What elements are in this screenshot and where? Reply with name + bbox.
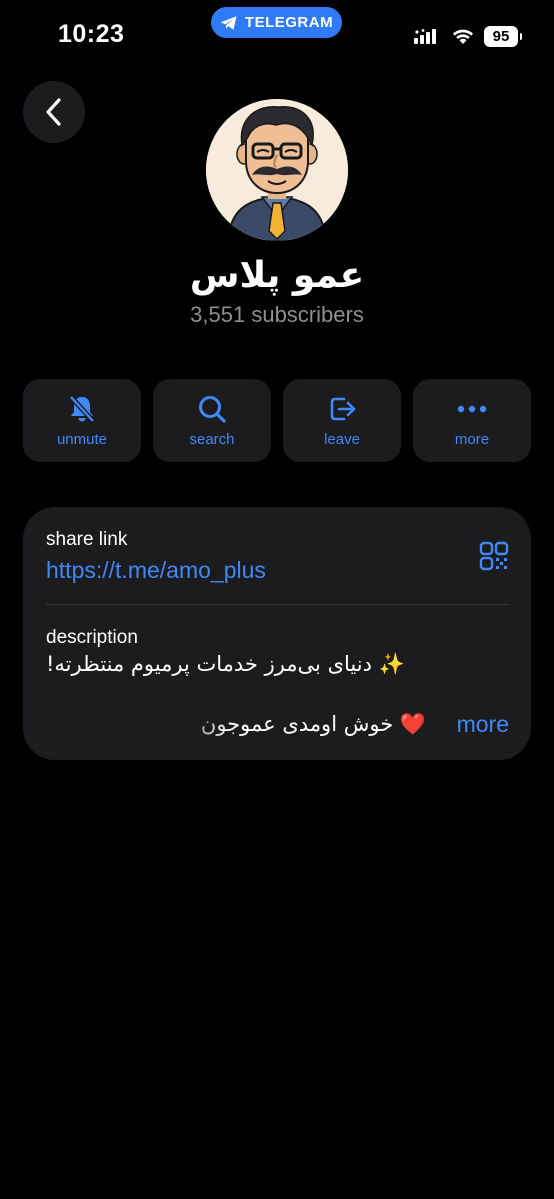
- share-link-url[interactable]: https://t.me/amo_plus: [46, 557, 266, 584]
- leave-icon: [330, 397, 356, 420]
- info-card: share link https://t.me/amo_plus descrip…: [23, 507, 531, 760]
- chevron-left-icon: [46, 98, 61, 126]
- qr-code-button[interactable]: [479, 541, 509, 576]
- status-bar: 10:23 TELEGRAM 95: [0, 0, 554, 70]
- ellipsis-icon: [457, 405, 487, 412]
- more-button[interactable]: more: [413, 379, 531, 462]
- search-label: search: [189, 430, 235, 448]
- leave-label: leave: [324, 430, 360, 448]
- channel-name: عمو پلاس: [189, 255, 365, 296]
- unmute-button[interactable]: unmute: [23, 379, 141, 462]
- telegram-plane-icon: [220, 15, 237, 30]
- description-more-link[interactable]: more: [457, 711, 509, 738]
- battery-indicator: 95: [484, 26, 522, 47]
- wifi-icon: [453, 29, 473, 44]
- bell-slash-icon: [69, 394, 95, 423]
- unmute-label: unmute: [56, 430, 108, 448]
- clock: 10:23: [58, 20, 125, 48]
- back-button[interactable]: [23, 81, 85, 143]
- uncle-cartoon-avatar-icon: [206, 99, 348, 241]
- description-line-2: ❤️ خوش اومدی عموجون: [200, 712, 426, 736]
- description-label: description: [46, 627, 138, 648]
- qr-code-icon: [479, 541, 509, 571]
- more-label: more: [454, 430, 490, 448]
- channel-avatar[interactable]: [206, 99, 348, 241]
- system-icons: 95: [414, 26, 522, 47]
- cellular-signal-icon: [414, 28, 436, 44]
- action-bar: unmute search leave more: [23, 379, 531, 462]
- subscriber-count: 3,551 subscribers: [190, 302, 364, 327]
- description-line-1: ✨ دنیای بی‌مرز خدمات پرمیوم منتظرته!: [46, 652, 405, 676]
- leave-button[interactable]: leave: [283, 379, 401, 462]
- search-icon: [199, 395, 226, 423]
- share-link-label: share link: [46, 529, 128, 550]
- telegram-pill[interactable]: TELEGRAM: [211, 7, 342, 38]
- card-divider: [46, 604, 508, 605]
- search-button[interactable]: search: [153, 379, 271, 462]
- telegram-pill-label: TELEGRAM: [244, 14, 334, 31]
